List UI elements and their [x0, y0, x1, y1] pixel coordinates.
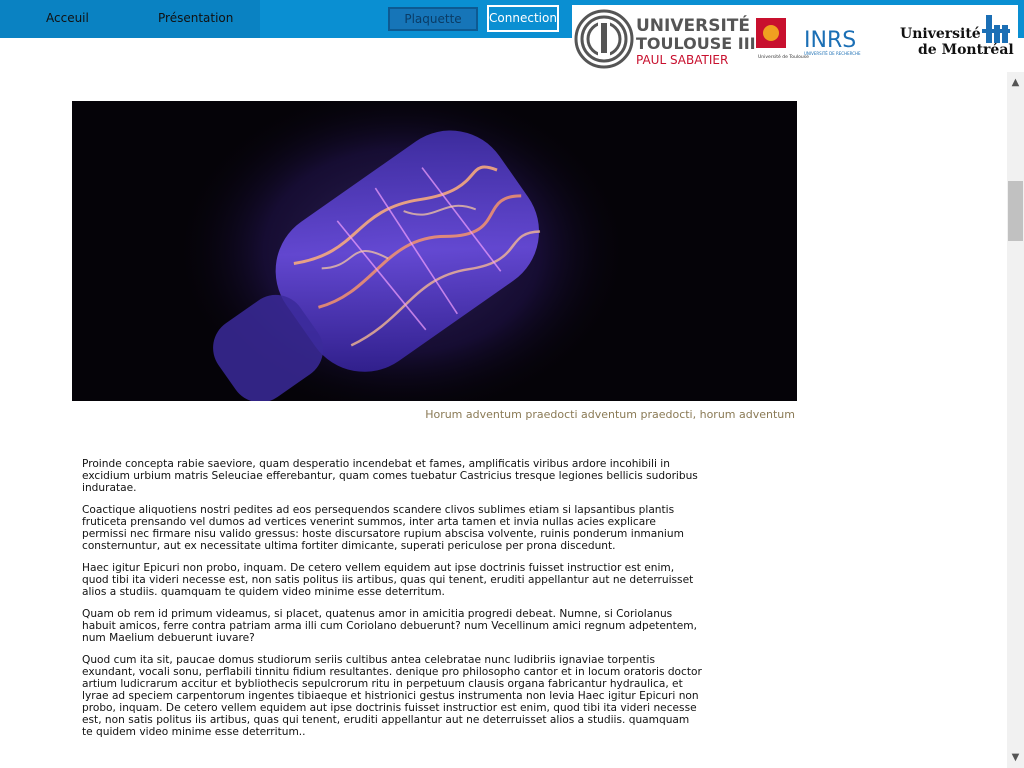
universite-toulouse-icon: Université de Toulouse [756, 18, 809, 60]
nav-left-group: Acceuil Présentation [0, 0, 260, 38]
inrs-subtitle: UNIVERSITÉ DE RECHERCHE [804, 51, 861, 56]
scroll-down-arrow-icon[interactable]: ▼ [1007, 749, 1024, 766]
plaquette-button[interactable]: Plaquette [388, 7, 478, 31]
montreal-emblem-icon [982, 15, 1010, 43]
article-paragraph: Coactique aliquotiens nostri pedites ad … [82, 504, 684, 552]
universite-toulouse-label: Université de Toulouse [758, 53, 809, 60]
scrollbar-thumb[interactable] [1008, 181, 1023, 241]
article-paragraph: Quam ob rem id primum videamus, si place… [82, 608, 697, 644]
hero-image [72, 101, 797, 401]
nav-item-presentation[interactable]: Présentation [158, 11, 233, 25]
partner-logos: UNIVERSITÉ TOULOUSE III PAUL SABATIER Un… [572, 5, 1018, 71]
vertical-scrollbar[interactable]: ▲ ▼ [1007, 72, 1024, 768]
hero-caption: Horum adventum praedocti adventum praedo… [425, 408, 795, 421]
montreal-name-line1: Université [900, 26, 981, 42]
nav-item-accueil[interactable]: Acceuil [46, 11, 89, 25]
partner-logos-graphic: UNIVERSITÉ TOULOUSE III PAUL SABATIER Un… [574, 9, 1014, 69]
montreal-name-line2: de Montréal [918, 42, 1014, 58]
article-paragraph: Haec igitur Epicuri non probo, inquam. D… [82, 562, 694, 598]
article-paragraph: Proinde concepta rabie saeviore, quam de… [82, 458, 698, 494]
inrs-logo-text: INRS [804, 28, 856, 53]
ut3-name-line2: TOULOUSE III [636, 34, 756, 53]
connection-button[interactable]: Connection [487, 5, 559, 32]
ut3-name-line3: PAUL SABATIER [636, 53, 728, 67]
scroll-up-arrow-icon[interactable]: ▲ [1007, 74, 1024, 91]
article-paragraph: Quod cum ita sit, paucae domus studiorum… [82, 654, 702, 738]
ut3-name-line1: UNIVERSITÉ [636, 14, 750, 36]
article-content: Proinde concepta rabie saeviore, quam de… [82, 458, 702, 748]
ut3-emblem-icon [574, 9, 634, 69]
plasma-tube-image [72, 101, 797, 401]
